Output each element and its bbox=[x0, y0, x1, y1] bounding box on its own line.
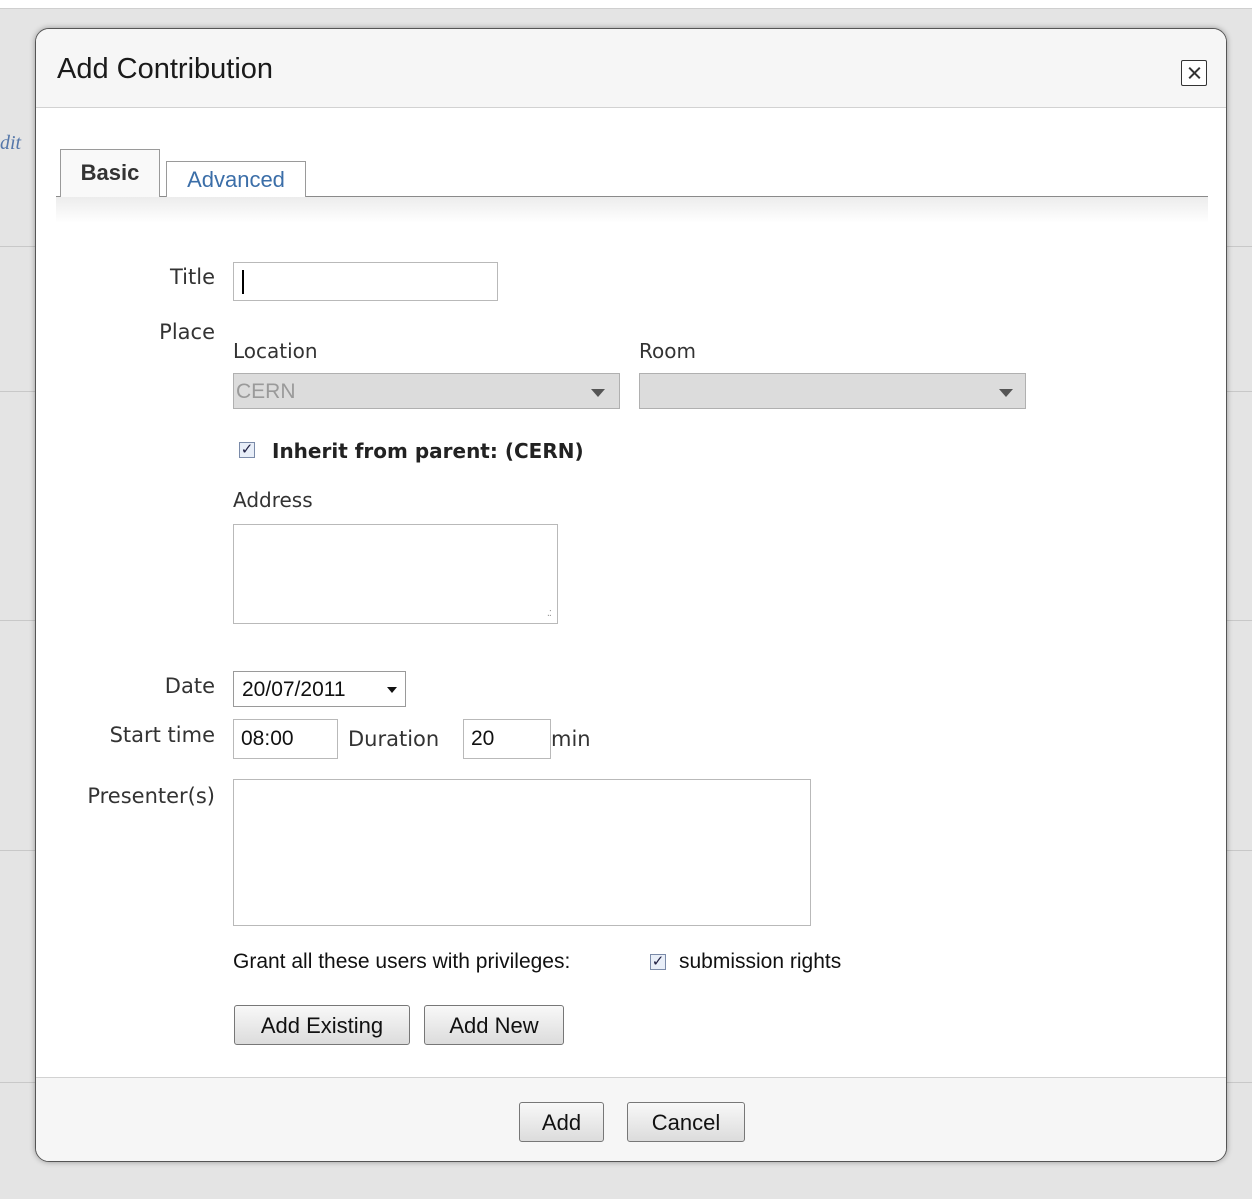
dialog-footer: Add Cancel bbox=[36, 1077, 1226, 1161]
tab-bar: Basic Advanced bbox=[56, 149, 1208, 223]
chevron-down-icon bbox=[999, 389, 1013, 397]
tab-basic-label: Basic bbox=[80, 160, 140, 185]
start-time-input[interactable]: 08:00 bbox=[233, 719, 338, 759]
add-contribution-dialog: Add Contribution Basic Advanced Title Pl… bbox=[35, 28, 1227, 1162]
add-button[interactable]: Add bbox=[519, 1102, 604, 1142]
inherit-checkbox[interactable]: ✓ bbox=[239, 442, 255, 458]
date-value: 20/07/2011 bbox=[242, 678, 346, 701]
duration-value: 20 bbox=[471, 727, 495, 750]
title-label: Title bbox=[169, 265, 215, 289]
address-label: Address bbox=[233, 488, 313, 512]
inherit-label: Inherit from parent: (CERN) bbox=[272, 439, 584, 463]
duration-unit: min bbox=[551, 727, 591, 751]
room-label: Room bbox=[639, 339, 696, 363]
start-time-label: Start time bbox=[109, 723, 215, 747]
add-new-label: Add New bbox=[449, 1013, 539, 1038]
location-select[interactable]: CERN bbox=[233, 373, 620, 409]
tab-basic[interactable]: Basic bbox=[60, 149, 160, 197]
dialog-title: Add Contribution bbox=[57, 53, 274, 85]
add-button-label: Add bbox=[541, 1110, 582, 1135]
duration-label: Duration bbox=[348, 727, 440, 751]
title-input[interactable] bbox=[233, 262, 498, 301]
date-select[interactable]: 20/07/2011 bbox=[233, 671, 406, 707]
dialog-header: Add Contribution bbox=[36, 29, 1226, 108]
tab-advanced[interactable]: Advanced bbox=[166, 161, 306, 197]
presenters-list[interactable] bbox=[233, 779, 811, 926]
location-label: Location bbox=[233, 339, 318, 363]
duration-input[interactable]: 20 bbox=[463, 719, 551, 759]
tab-advanced-label: Advanced bbox=[187, 167, 285, 192]
place-label: Place bbox=[159, 320, 215, 344]
close-icon[interactable] bbox=[1181, 60, 1207, 86]
grant-privileges-label: Grant all these users with privileges: bbox=[233, 950, 571, 973]
background-divider bbox=[0, 8, 1252, 9]
chevron-down-icon bbox=[387, 687, 397, 693]
add-new-button[interactable]: Add New bbox=[424, 1005, 564, 1045]
cancel-button[interactable]: Cancel bbox=[627, 1102, 745, 1142]
presenters-label: Presenter(s) bbox=[87, 784, 215, 808]
submission-rights-checkbox[interactable]: ✓ bbox=[650, 954, 666, 970]
background-crumb: dit bbox=[0, 132, 22, 154]
date-label: Date bbox=[164, 674, 215, 698]
cancel-button-label: Cancel bbox=[651, 1110, 721, 1135]
resize-grip-icon[interactable]: .: bbox=[547, 607, 552, 619]
address-textarea[interactable]: .: bbox=[233, 524, 558, 624]
add-existing-label: Add Existing bbox=[260, 1013, 384, 1038]
room-select[interactable] bbox=[639, 373, 1026, 409]
location-select-value: CERN bbox=[236, 380, 296, 403]
text-caret bbox=[242, 270, 244, 294]
add-existing-button[interactable]: Add Existing bbox=[234, 1005, 410, 1045]
start-time-value: 08:00 bbox=[241, 727, 294, 750]
background-top bbox=[0, 0, 1252, 8]
chevron-down-icon bbox=[591, 389, 605, 397]
submission-rights-label: submission rights bbox=[679, 950, 842, 973]
